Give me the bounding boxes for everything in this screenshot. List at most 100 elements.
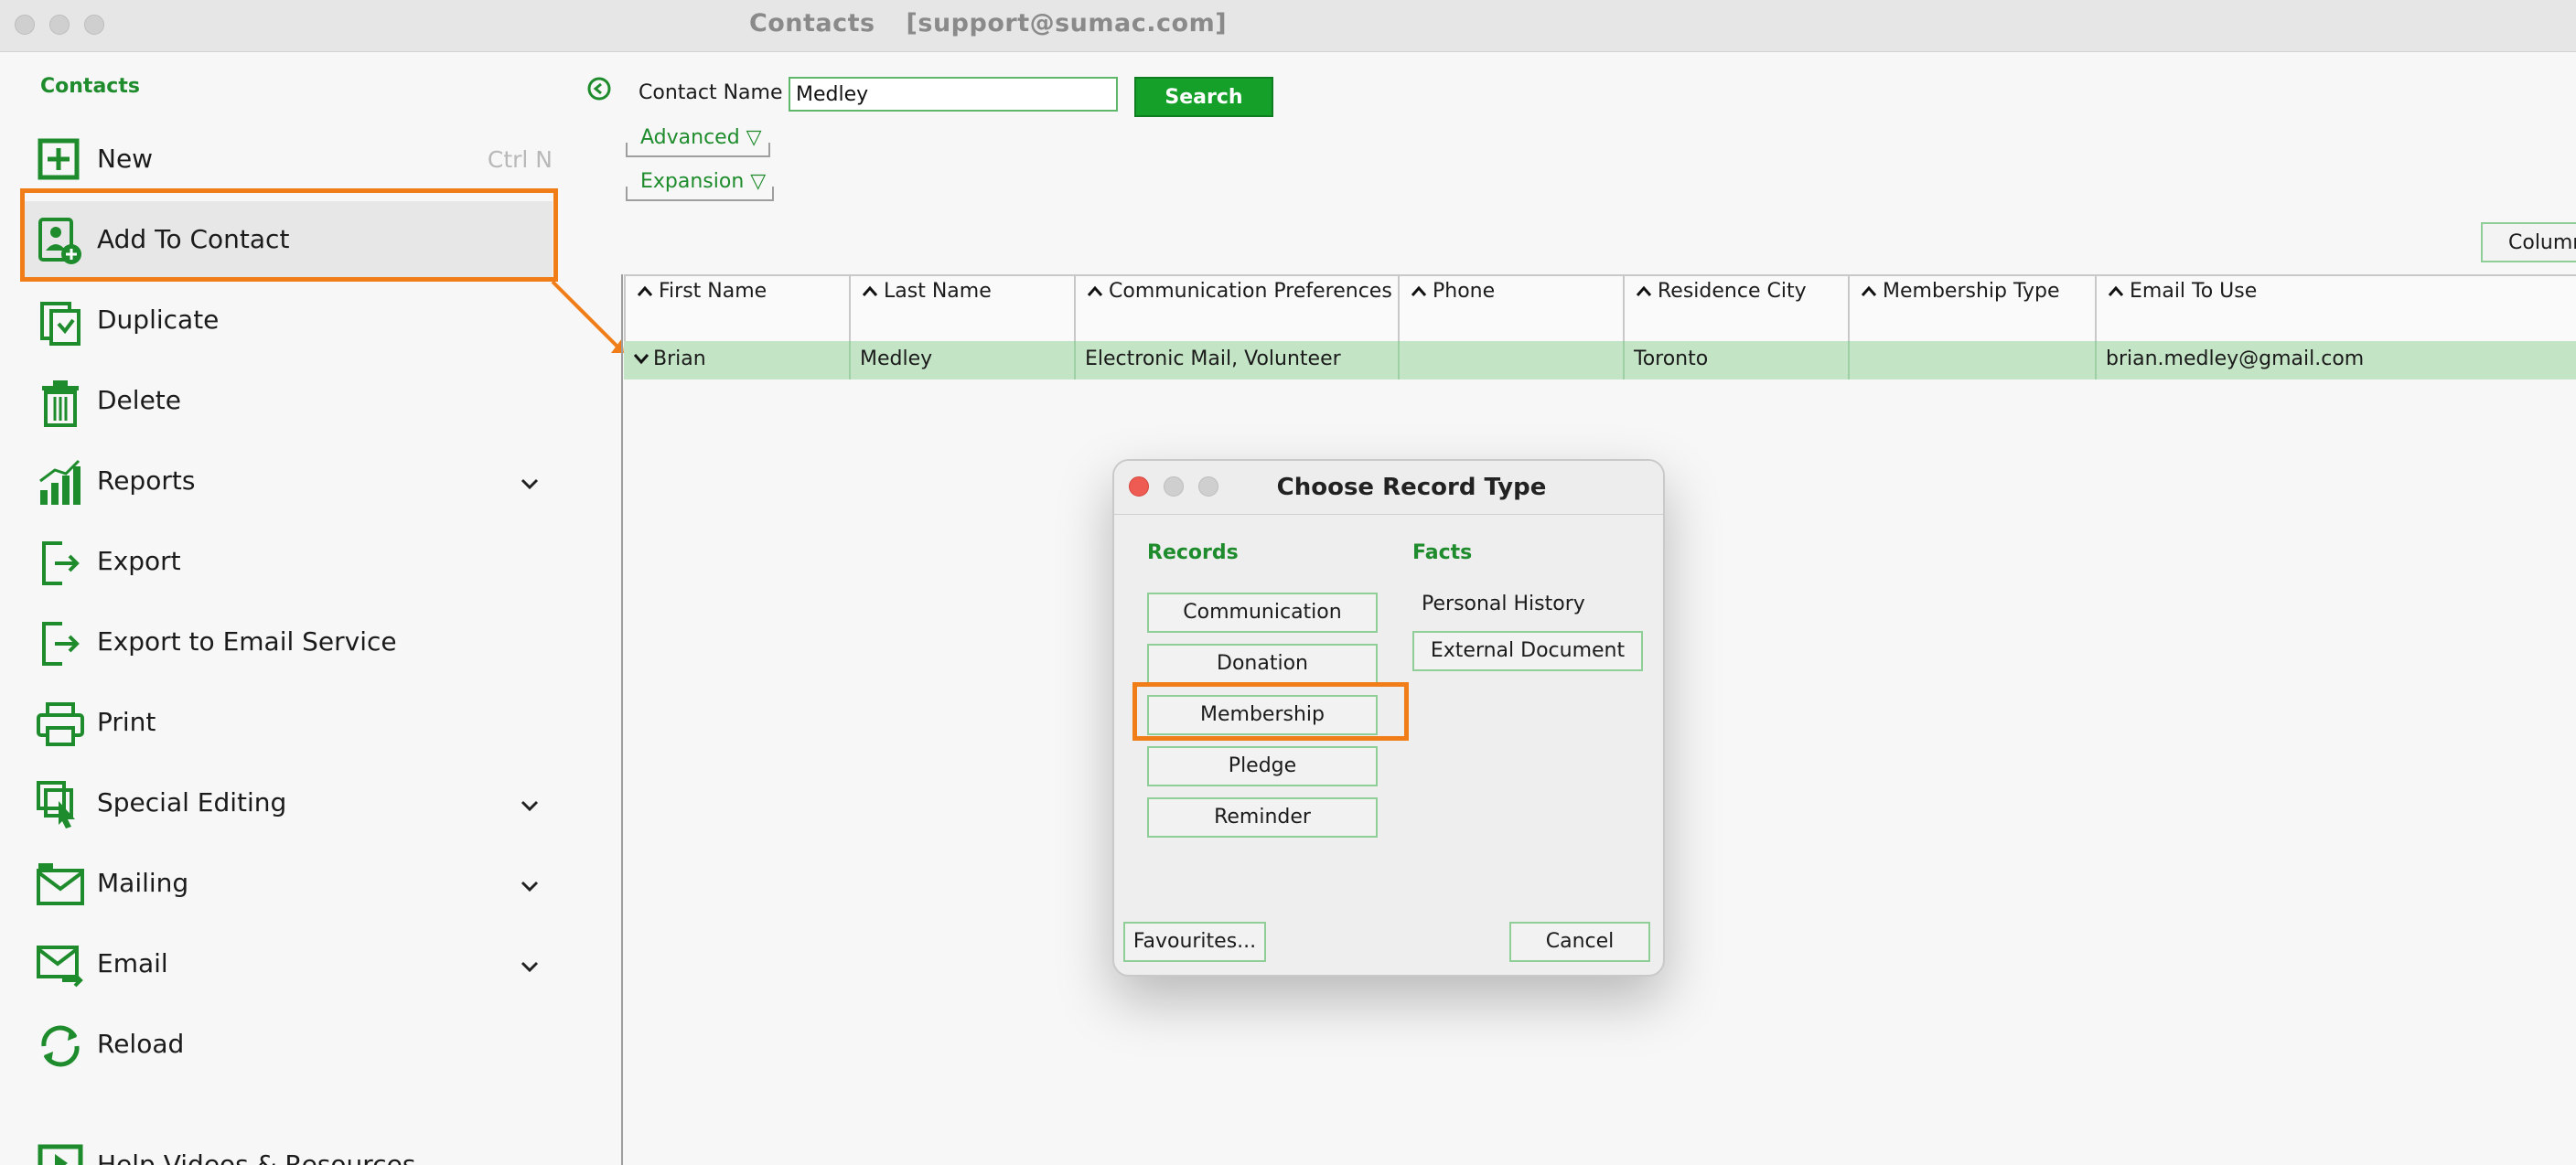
chevron-down-icon[interactable]: [516, 470, 543, 497]
shortcut-hint: Ctrl N: [487, 146, 553, 173]
printer-icon: [37, 702, 84, 746]
column-header-label: Last Name: [884, 280, 992, 303]
panel-divider: [621, 274, 623, 1165]
record-pledge-button[interactable]: Pledge: [1147, 746, 1378, 786]
fact-external-document-button[interactable]: External Document: [1412, 631, 1643, 671]
column-header-last-name[interactable]: Last Name: [849, 276, 1074, 342]
sort-up-icon: [1861, 285, 1877, 296]
export-icon: [42, 541, 80, 585]
sidebar-item-label: Email: [97, 948, 168, 978]
sidebar-heading: Contacts: [40, 75, 140, 98]
contact-name-label: Contact Name: [639, 81, 783, 104]
column-header-first-name[interactable]: First Name: [624, 276, 849, 342]
plus-square-icon: [38, 138, 80, 180]
choose-record-type-dialog: Choose Record Type Records Facts Communi…: [1112, 459, 1665, 977]
sidebar-item-label: Help Videos & Resources: [97, 1149, 416, 1165]
sort-up-icon: [1636, 285, 1652, 296]
window-title: Contacts [support@sumac.com]: [0, 9, 1976, 37]
column-header-label: Membership Type: [1883, 280, 2060, 303]
sidebar-item-label: Export to Email Service: [97, 626, 397, 657]
special-editing-icon: [37, 781, 75, 828]
column-header-email-to-use[interactable]: Email To Use: [2095, 276, 2576, 342]
sidebar-item-print[interactable]: Print: [22, 684, 553, 764]
sidebar-item-label: Delete: [97, 385, 181, 415]
column-header-label: Phone: [1433, 280, 1496, 303]
sidebar-item-label: Print: [97, 707, 156, 737]
sidebar-item-special-editing[interactable]: Special Editing: [22, 764, 553, 845]
reload-icon: [41, 1025, 80, 1067]
table-cell-last-name: Medley: [849, 341, 1074, 379]
sidebar-item-help-videos[interactable]: Help Videos & Resources: [22, 1127, 553, 1165]
expansion-toggle[interactable]: Expansion ▽: [626, 170, 776, 201]
export-icon: [42, 622, 80, 666]
sidebar-item-mailing[interactable]: Mailing: [22, 845, 553, 925]
sort-up-icon: [637, 285, 653, 296]
favourites-button[interactable]: Favourites...: [1123, 922, 1266, 962]
column-header-membership-type[interactable]: Membership Type: [1848, 276, 2095, 342]
column-header-communication-preferences[interactable]: Communication Preferences: [1074, 276, 1398, 342]
sidebar-item-label: Export: [97, 546, 181, 576]
window-title-text: Contacts: [748, 9, 875, 37]
sidebar-item-label: Reports: [97, 465, 196, 496]
contact-name-input[interactable]: [789, 77, 1118, 112]
record-reminder-button[interactable]: Reminder: [1147, 797, 1378, 838]
sort-up-icon: [1411, 285, 1427, 296]
annotation-arrow: [551, 280, 624, 353]
record-communication-button[interactable]: Communication: [1147, 593, 1378, 633]
advanced-toggle[interactable]: Advanced ▽: [626, 126, 772, 157]
sidebar-item-label: Special Editing: [97, 787, 287, 818]
sort-up-icon: [862, 285, 878, 296]
sort-up-icon: [1087, 285, 1103, 296]
email-icon: [37, 946, 83, 988]
window-account: [support@sumac.com]: [906, 9, 1228, 37]
record-donation-button[interactable]: Donation: [1147, 644, 1378, 684]
column-header-label: First Name: [659, 280, 767, 303]
sidebar-item-reload[interactable]: Reload: [22, 1006, 553, 1086]
column-header-label: Residence City: [1658, 280, 1807, 303]
records-heading: Records: [1147, 541, 1239, 564]
annotation-highlight-membership: [1132, 682, 1409, 741]
dialog-title: Choose Record Type: [1276, 474, 1547, 501]
sidebar-item-label: Reload: [97, 1029, 185, 1059]
bar-chart-icon: [39, 459, 80, 505]
collapse-sidebar-icon[interactable]: [585, 75, 613, 102]
expansion-label: Expansion ▽: [640, 170, 767, 193]
cell-text: Brian: [653, 347, 706, 370]
table-cell-first-name: Brian: [624, 341, 849, 379]
chevron-down-icon[interactable]: [516, 792, 543, 819]
dialog-titlebar: Choose Record Type: [1114, 461, 1663, 515]
column-header-label: Communication Preferences: [1109, 280, 1392, 303]
fact-personal-history[interactable]: Personal History: [1422, 593, 1585, 615]
sidebar-item-label: Mailing: [97, 868, 189, 898]
cancel-button[interactable]: Cancel: [1509, 922, 1650, 962]
sidebar-item-reports[interactable]: Reports: [22, 443, 553, 523]
facts-heading: Facts: [1412, 541, 1473, 564]
sort-up-icon: [2108, 285, 2124, 296]
annotation-highlight-add-to-contact: [20, 188, 558, 282]
chevron-down-icon[interactable]: [516, 872, 543, 900]
column-header-label: Email To Use: [2130, 280, 2258, 303]
window-titlebar: Contacts [support@sumac.com]: [0, 0, 2576, 52]
advanced-label: Advanced ▽: [640, 126, 762, 149]
column-header-phone[interactable]: Phone: [1398, 276, 1623, 342]
table-cell-communication-preferences: Electronic Mail, Volunteer: [1074, 341, 1398, 379]
sidebar-item-delete[interactable]: Delete: [22, 362, 553, 443]
video-icon: [38, 1144, 83, 1165]
trash-icon: [42, 380, 79, 427]
sidebar-item-duplicate[interactable]: Duplicate: [22, 282, 553, 362]
table-cell-residence-city: Toronto: [1623, 341, 1848, 379]
table-cell-phone: [1398, 341, 1623, 379]
columns-button[interactable]: Columns: [2481, 222, 2576, 262]
table-row[interactable]: Brian Medley Electronic Mail, Volunteer …: [624, 341, 2576, 379]
table-cell-membership-type: [1848, 341, 2095, 379]
column-header-residence-city[interactable]: Residence City: [1623, 276, 1848, 342]
envelope-icon: [37, 863, 84, 905]
sidebar-item-email[interactable]: Email: [22, 925, 553, 1006]
chevron-down-icon[interactable]: [516, 953, 543, 980]
row-expand-icon[interactable]: [633, 352, 649, 365]
sidebar-item-label: New: [97, 144, 154, 174]
sidebar-item-export-email-service[interactable]: Export to Email Service: [22, 604, 553, 684]
sidebar-item-export[interactable]: Export: [22, 523, 553, 604]
table-header: First Name Last Name Communication Prefe…: [624, 274, 2576, 343]
search-button[interactable]: Search: [1134, 77, 1273, 117]
